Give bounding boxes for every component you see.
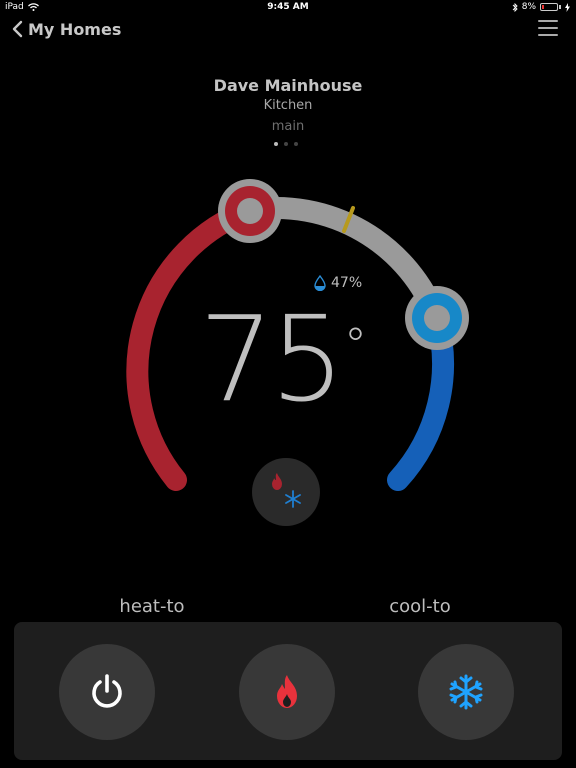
droplet-icon <box>314 275 326 291</box>
heat-mode-button[interactable] <box>239 644 335 740</box>
cool-setpoint-handle[interactable] <box>405 286 469 350</box>
thermostat-screen: iPad 9:45 AM 8% My Homes Dave Mainhouse … <box>0 0 576 768</box>
power-button[interactable] <box>59 644 155 740</box>
heat-setpoint-handle[interactable] <box>218 179 282 243</box>
cool-mode-button[interactable] <box>418 644 514 740</box>
snowflake-icon <box>449 674 483 710</box>
flame-icon <box>277 675 297 708</box>
humidity-value: 47% <box>331 275 363 291</box>
snowflake-icon <box>285 490 301 508</box>
mode-control-panel <box>14 622 562 760</box>
degree-symbol: ° <box>344 318 367 372</box>
heat-to-label: heat-to <box>119 596 185 617</box>
humidity-readout: 47% <box>314 275 362 291</box>
flame-icon <box>272 473 282 490</box>
mode-indicator[interactable] <box>252 458 320 526</box>
current-temperature: 75 <box>198 290 345 428</box>
cool-to-label: cool-to <box>389 596 451 617</box>
power-icon <box>92 674 122 708</box>
